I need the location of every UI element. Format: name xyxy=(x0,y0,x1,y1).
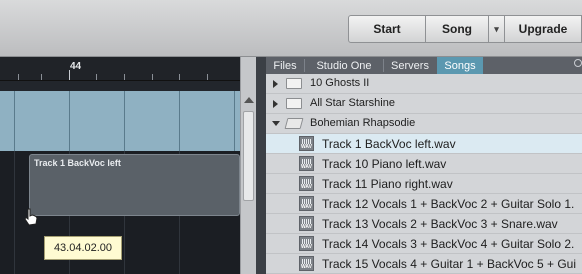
wav-file-icon: WAV xyxy=(299,176,314,191)
ruler-tick xyxy=(179,74,180,80)
tab-studio-one[interactable]: Studio One xyxy=(305,57,383,74)
file-item[interactable]: WAV Track 11 Piano right.wav xyxy=(266,174,582,194)
file-label: Track 15 Vocals 4 + Guitar 1 + BackVoc 5… xyxy=(322,257,577,271)
file-label: Track 12 Vocals 1 + BackVoc 2 + Guitar S… xyxy=(322,197,575,211)
file-item[interactable]: WAV Track 12 Vocals 1 + BackVoc 2 + Guit… xyxy=(266,194,582,214)
track-lane[interactable] xyxy=(0,91,240,151)
grid-line xyxy=(14,91,15,151)
folder-item-bohemian-rhapsodie[interactable]: Bohemian Rhapsodie xyxy=(266,114,582,134)
file-item[interactable]: WAV Track 13 Vocals 2 + BackVoc 3 + Snar… xyxy=(266,214,582,234)
scroll-up-arrow-icon[interactable] xyxy=(244,97,254,103)
wav-file-icon: WAV xyxy=(299,256,314,271)
wav-file-icon: WAV xyxy=(299,236,314,251)
file-label: Track 1 BackVoc left.wav xyxy=(322,137,456,151)
tab-servers[interactable]: Servers xyxy=(384,57,436,74)
folder-label: 10 Ghosts II xyxy=(310,77,370,89)
disclosure-arrow-icon[interactable] xyxy=(273,80,278,88)
song-button[interactable]: Song xyxy=(425,15,489,43)
grid-line xyxy=(69,91,70,151)
folder-icon xyxy=(286,78,302,89)
position-tooltip: 43.04.02.00 xyxy=(44,236,122,260)
timeline-ruler[interactable]: 44 xyxy=(0,57,240,81)
file-label: Track 11 Piano right.wav xyxy=(322,177,453,191)
hand-cursor-icon xyxy=(24,208,38,226)
browser-panel: Files Studio One Servers Songs 10 Ghosts… xyxy=(266,57,582,274)
file-item[interactable]: WAV Track 14 Vocals 3 + BackVoc 4 + Guit… xyxy=(266,234,582,254)
clip-label: Track 1 BackVoc left xyxy=(34,158,121,168)
file-item[interactable]: WAV Track 1 BackVoc left.wav xyxy=(266,134,582,154)
start-button[interactable]: Start xyxy=(348,15,426,43)
ruler-tick xyxy=(41,74,42,80)
grid-line xyxy=(14,151,15,274)
ruler-tick xyxy=(124,74,125,80)
wav-file-icon: WAV xyxy=(299,196,314,211)
ruler-tick xyxy=(96,74,97,80)
vertical-scrollbar[interactable] xyxy=(240,57,256,274)
top-toolbar: Start Song ▾ Upgrade xyxy=(0,0,582,57)
browser-tabs: Files Studio One Servers Songs xyxy=(266,57,582,74)
browser-list: 10 Ghosts II All Star Starshine Bohemian… xyxy=(266,74,582,274)
ruler-tick xyxy=(207,74,208,80)
disclosure-arrow-icon[interactable] xyxy=(273,100,278,108)
open-folder-icon xyxy=(284,118,304,129)
ruler-tick xyxy=(18,74,19,80)
disclosure-arrow-icon[interactable] xyxy=(272,121,280,126)
folder-item-all-star-starshine[interactable]: All Star Starshine xyxy=(266,94,582,114)
wav-file-icon: WAV xyxy=(299,136,314,151)
file-item[interactable]: WAV Track 10 Piano left.wav xyxy=(266,154,582,174)
wav-file-icon: WAV xyxy=(299,156,314,171)
file-label: Track 13 Vocals 2 + BackVoc 3 + Snare.wa… xyxy=(322,217,558,231)
panel-divider[interactable] xyxy=(256,57,266,274)
tab-songs[interactable]: Songs xyxy=(437,57,483,74)
search-icon[interactable] xyxy=(574,59,582,67)
arrangement-view[interactable]: 44 Track 1 BackVoc left 43.04.02.00 xyxy=(0,57,240,274)
scrollbar-thumb[interactable] xyxy=(243,111,254,201)
bar-number: 44 xyxy=(70,61,82,72)
folder-icon xyxy=(286,98,302,109)
audio-clip-preview[interactable]: Track 1 BackVoc left xyxy=(29,154,240,216)
grid-line xyxy=(124,91,125,151)
file-label: Track 14 Vocals 3 + BackVoc 4 + Guitar S… xyxy=(322,237,575,251)
upgrade-button[interactable]: Upgrade xyxy=(504,15,582,43)
wav-file-icon: WAV xyxy=(299,216,314,231)
tab-files[interactable]: Files xyxy=(266,57,304,74)
grid-line xyxy=(234,91,235,151)
folder-item-10-ghosts-ii[interactable]: 10 Ghosts II xyxy=(266,74,582,94)
file-item[interactable]: WAV Track 15 Vocals 4 + Guitar 1 + BackV… xyxy=(266,254,582,274)
folder-label: Bohemian Rhapsodie xyxy=(310,117,416,129)
song-dropdown-button[interactable]: ▾ xyxy=(488,15,505,43)
file-label: Track 10 Piano left.wav xyxy=(322,157,447,171)
chevron-down-icon: ▾ xyxy=(494,23,499,34)
grid-line xyxy=(179,91,180,151)
folder-label: All Star Starshine xyxy=(310,97,395,109)
ruler-tick xyxy=(152,74,153,80)
